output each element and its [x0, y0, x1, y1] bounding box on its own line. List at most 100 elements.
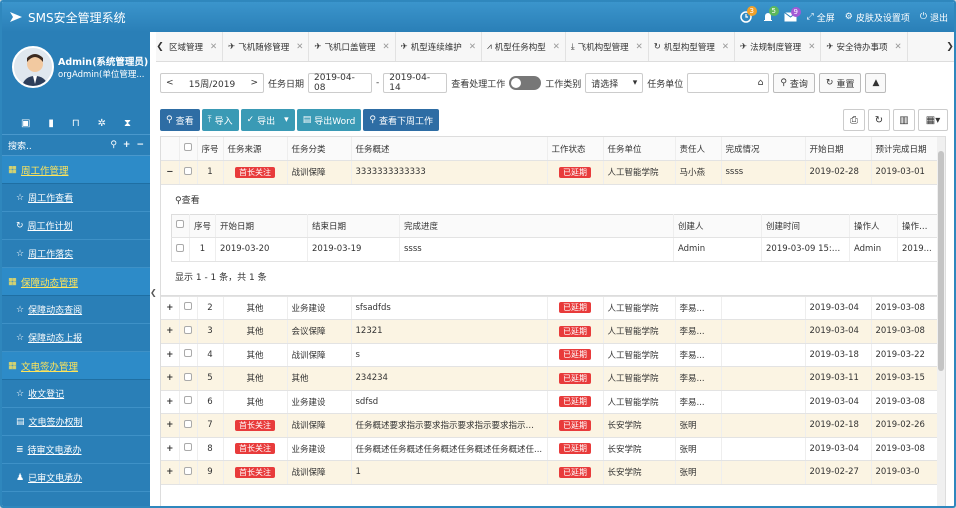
close-icon[interactable]: ✕	[722, 42, 729, 52]
menu-group-doc-signoff[interactable]: ▦ 文电签办管理	[2, 352, 150, 380]
menu-item-weekly-implement[interactable]: ☆ 周工作落实	[2, 240, 150, 268]
table-row[interactable]: + 7 首长关注 战训保障 任务概述要求指示要求指示要求指示要求指示要求指...…	[161, 413, 945, 438]
tab-model-mission[interactable]: ⩘ 机型任务构型 ✕	[482, 32, 566, 61]
table-row[interactable]: + 3 其他 会议保障 12321 已延期 人工智能学院 李易... 2019-…	[161, 319, 945, 344]
col-start[interactable]: 开始日期	[805, 137, 872, 161]
tab-model-config[interactable]: ↻ 机型构型管理 ✕	[649, 32, 736, 61]
table-row[interactable]: + 4 其他 战训保障 s 已延期 人工智能学院 李易... 2019-03-1…	[161, 343, 945, 367]
row-checkbox[interactable]	[183, 419, 192, 428]
expand-row-icon[interactable]: +	[161, 366, 180, 391]
scrollbar-thumb[interactable]	[938, 151, 944, 371]
row-checkbox[interactable]	[183, 325, 192, 334]
expand-row-icon[interactable]: +	[161, 319, 180, 344]
expand-row-icon[interactable]: +	[161, 437, 180, 461]
task-unit-input[interactable]: ⌂	[687, 73, 770, 93]
col-unit[interactable]: 任务单位	[603, 137, 676, 161]
close-icon[interactable]: ✕	[894, 42, 901, 52]
lock-icon[interactable]: ▮	[48, 118, 54, 129]
expand-all-icon[interactable]: +	[123, 140, 131, 150]
show-done-toggle[interactable]	[509, 76, 542, 90]
detail-row-item[interactable]: 1 2019-03-20 2019-03-19 ssss Admin 2019-…	[171, 237, 938, 262]
row-checkbox[interactable]	[183, 166, 192, 175]
query-button[interactable]: ⚲ 查询	[773, 73, 815, 93]
expand-row-icon[interactable]: +	[161, 296, 180, 320]
menu-item-support-view[interactable]: ☆ 保障动态查阅	[2, 296, 150, 324]
menu-item-support-report[interactable]: ☆ 保障动态上报	[2, 324, 150, 352]
tab-prev-icon[interactable]: ❮	[156, 32, 164, 61]
date-to-input[interactable]: 2019-04-14	[383, 73, 448, 93]
logout-button[interactable]: ⏻ 退出	[920, 11, 948, 24]
date-from-input[interactable]: 2019-04-08	[308, 73, 373, 93]
col-desc[interactable]: 任务概述	[351, 137, 548, 161]
close-icon[interactable]: ✕	[636, 42, 643, 52]
detail-select-all-checkbox[interactable]	[176, 220, 184, 229]
fullscreen-button[interactable]: ⤢ 全屏	[807, 11, 835, 24]
menu-item-doc-approved[interactable]: ♟ 已审文电承办	[2, 464, 150, 492]
avatar[interactable]	[12, 46, 54, 88]
view-button[interactable]: ⚲ 查看	[160, 109, 200, 131]
tab-regulations[interactable]: ✈ 法规制度管理 ✕	[735, 32, 822, 61]
close-icon[interactable]: ✕	[296, 42, 303, 52]
menu-item-doc-control[interactable]: ▤ 文电签办权制	[2, 408, 150, 436]
sidebar-search[interactable]: 搜索.. ⚲ + −	[2, 134, 150, 156]
close-icon[interactable]: ✕	[210, 42, 217, 52]
columns-icon[interactable]: ▦▾	[918, 109, 948, 131]
col-no[interactable]: 序号	[197, 137, 224, 161]
expand-row-icon[interactable]: +	[161, 460, 180, 485]
import-button[interactable]: ⤒ 导入	[201, 109, 239, 131]
home-icon[interactable]: ⌂	[758, 78, 764, 88]
caret-down-icon[interactable]: ▾	[284, 115, 289, 125]
tab-safety-todo[interactable]: ✈ 安全待办事项 ✕	[821, 32, 908, 61]
row-checkbox[interactable]	[183, 372, 192, 381]
menu-group-support-dynamics[interactable]: ▦ 保障动态管理	[2, 268, 150, 296]
menu-item-weekly-plan[interactable]: ↻ 周工作计划	[2, 212, 150, 240]
refresh-icon[interactable]: ↻	[868, 109, 890, 131]
detail-view-button[interactable]: ⚲查看	[175, 193, 937, 206]
close-icon[interactable]: ✕	[469, 42, 476, 52]
row-checkbox[interactable]	[183, 302, 192, 311]
row-checkbox[interactable]	[183, 396, 192, 405]
menu-item-doc-pending[interactable]: ≣ 待审文电承办	[2, 436, 150, 464]
lock-open-icon[interactable]: ⊓	[72, 118, 80, 129]
table-row[interactable]: + 8 首长关注 业务建设 任务概述任务概述任务概述任务概述任务概述任... 已…	[161, 437, 945, 461]
contacts-icon[interactable]: ▣	[21, 118, 30, 129]
collapse-row-icon[interactable]: −	[161, 160, 180, 185]
skin-settings-button[interactable]: ⚙ 皮肤及设置项	[845, 11, 910, 24]
export-word-button[interactable]: ▤ 导出Word	[296, 109, 362, 131]
tab-model-maintenance[interactable]: ✈ 机型连续维护 ✕	[396, 32, 482, 61]
table-row[interactable]: + 5 其他 其他 234234 已延期 人工智能学院 李易... 2019-0…	[161, 366, 945, 391]
col-owner[interactable]: 责任人	[675, 137, 722, 161]
table-row[interactable]: − 1 首长关注 战训保障 3333333333333 已延期 人工智能学院 马…	[161, 160, 945, 185]
tab-next-icon[interactable]: ❯	[946, 32, 954, 61]
menu-item-weekly-view[interactable]: ☆ 周工作查看	[2, 184, 150, 212]
export-button[interactable]: ✓ 导出 ▾	[240, 109, 295, 131]
tab-region[interactable]: 区域管理 ✕	[164, 32, 224, 61]
hourglass-icon[interactable]: ⧗	[124, 118, 131, 129]
expand-row-icon[interactable]: +	[161, 343, 180, 367]
row-checkbox[interactable]	[183, 443, 192, 452]
col-source[interactable]: 任务来源	[223, 137, 288, 161]
print-icon[interactable]: ⎙	[843, 109, 865, 131]
work-type-select[interactable]: 请选择 ▾	[585, 73, 644, 93]
mail-icon[interactable]: 9	[783, 7, 802, 22]
close-icon[interactable]: ✕	[808, 42, 815, 52]
table-scrollbar[interactable]	[937, 137, 945, 506]
tab-aircraft-cover[interactable]: ✈ 飞机口盖管理 ✕	[309, 32, 396, 61]
select-all-checkbox[interactable]	[183, 143, 192, 151]
close-icon[interactable]: ✕	[383, 42, 390, 52]
week-prev-button[interactable]: <	[166, 78, 174, 88]
collapse-filters-button[interactable]: ▲	[865, 73, 887, 93]
col-end[interactable]: 预计完成日期	[871, 137, 945, 161]
menu-group-weekly-work[interactable]: ▦ 周工作管理	[2, 156, 150, 184]
tab-aircraft-config[interactable]: ⤓ 飞机构型管理 ✕	[566, 32, 649, 61]
collapse-all-icon[interactable]: −	[136, 140, 144, 150]
table-row[interactable]: + 2 其他 业务建设 sfsadfds 已延期 人工智能学院 李易... 20…	[161, 296, 945, 320]
search-icon[interactable]: ⚲	[110, 140, 117, 150]
row-checkbox[interactable]	[183, 466, 192, 475]
week-next-button[interactable]: >	[250, 78, 258, 88]
expand-row-icon[interactable]: +	[161, 413, 180, 438]
table-row[interactable]: + 9 首长关注 战训保障 1 已延期 长安学院 张明 2019-02-27 2…	[161, 460, 945, 485]
expand-row-icon[interactable]: +	[161, 390, 180, 414]
close-icon[interactable]: ✕	[553, 42, 560, 52]
toggle-view-icon[interactable]: ▥	[893, 109, 915, 131]
